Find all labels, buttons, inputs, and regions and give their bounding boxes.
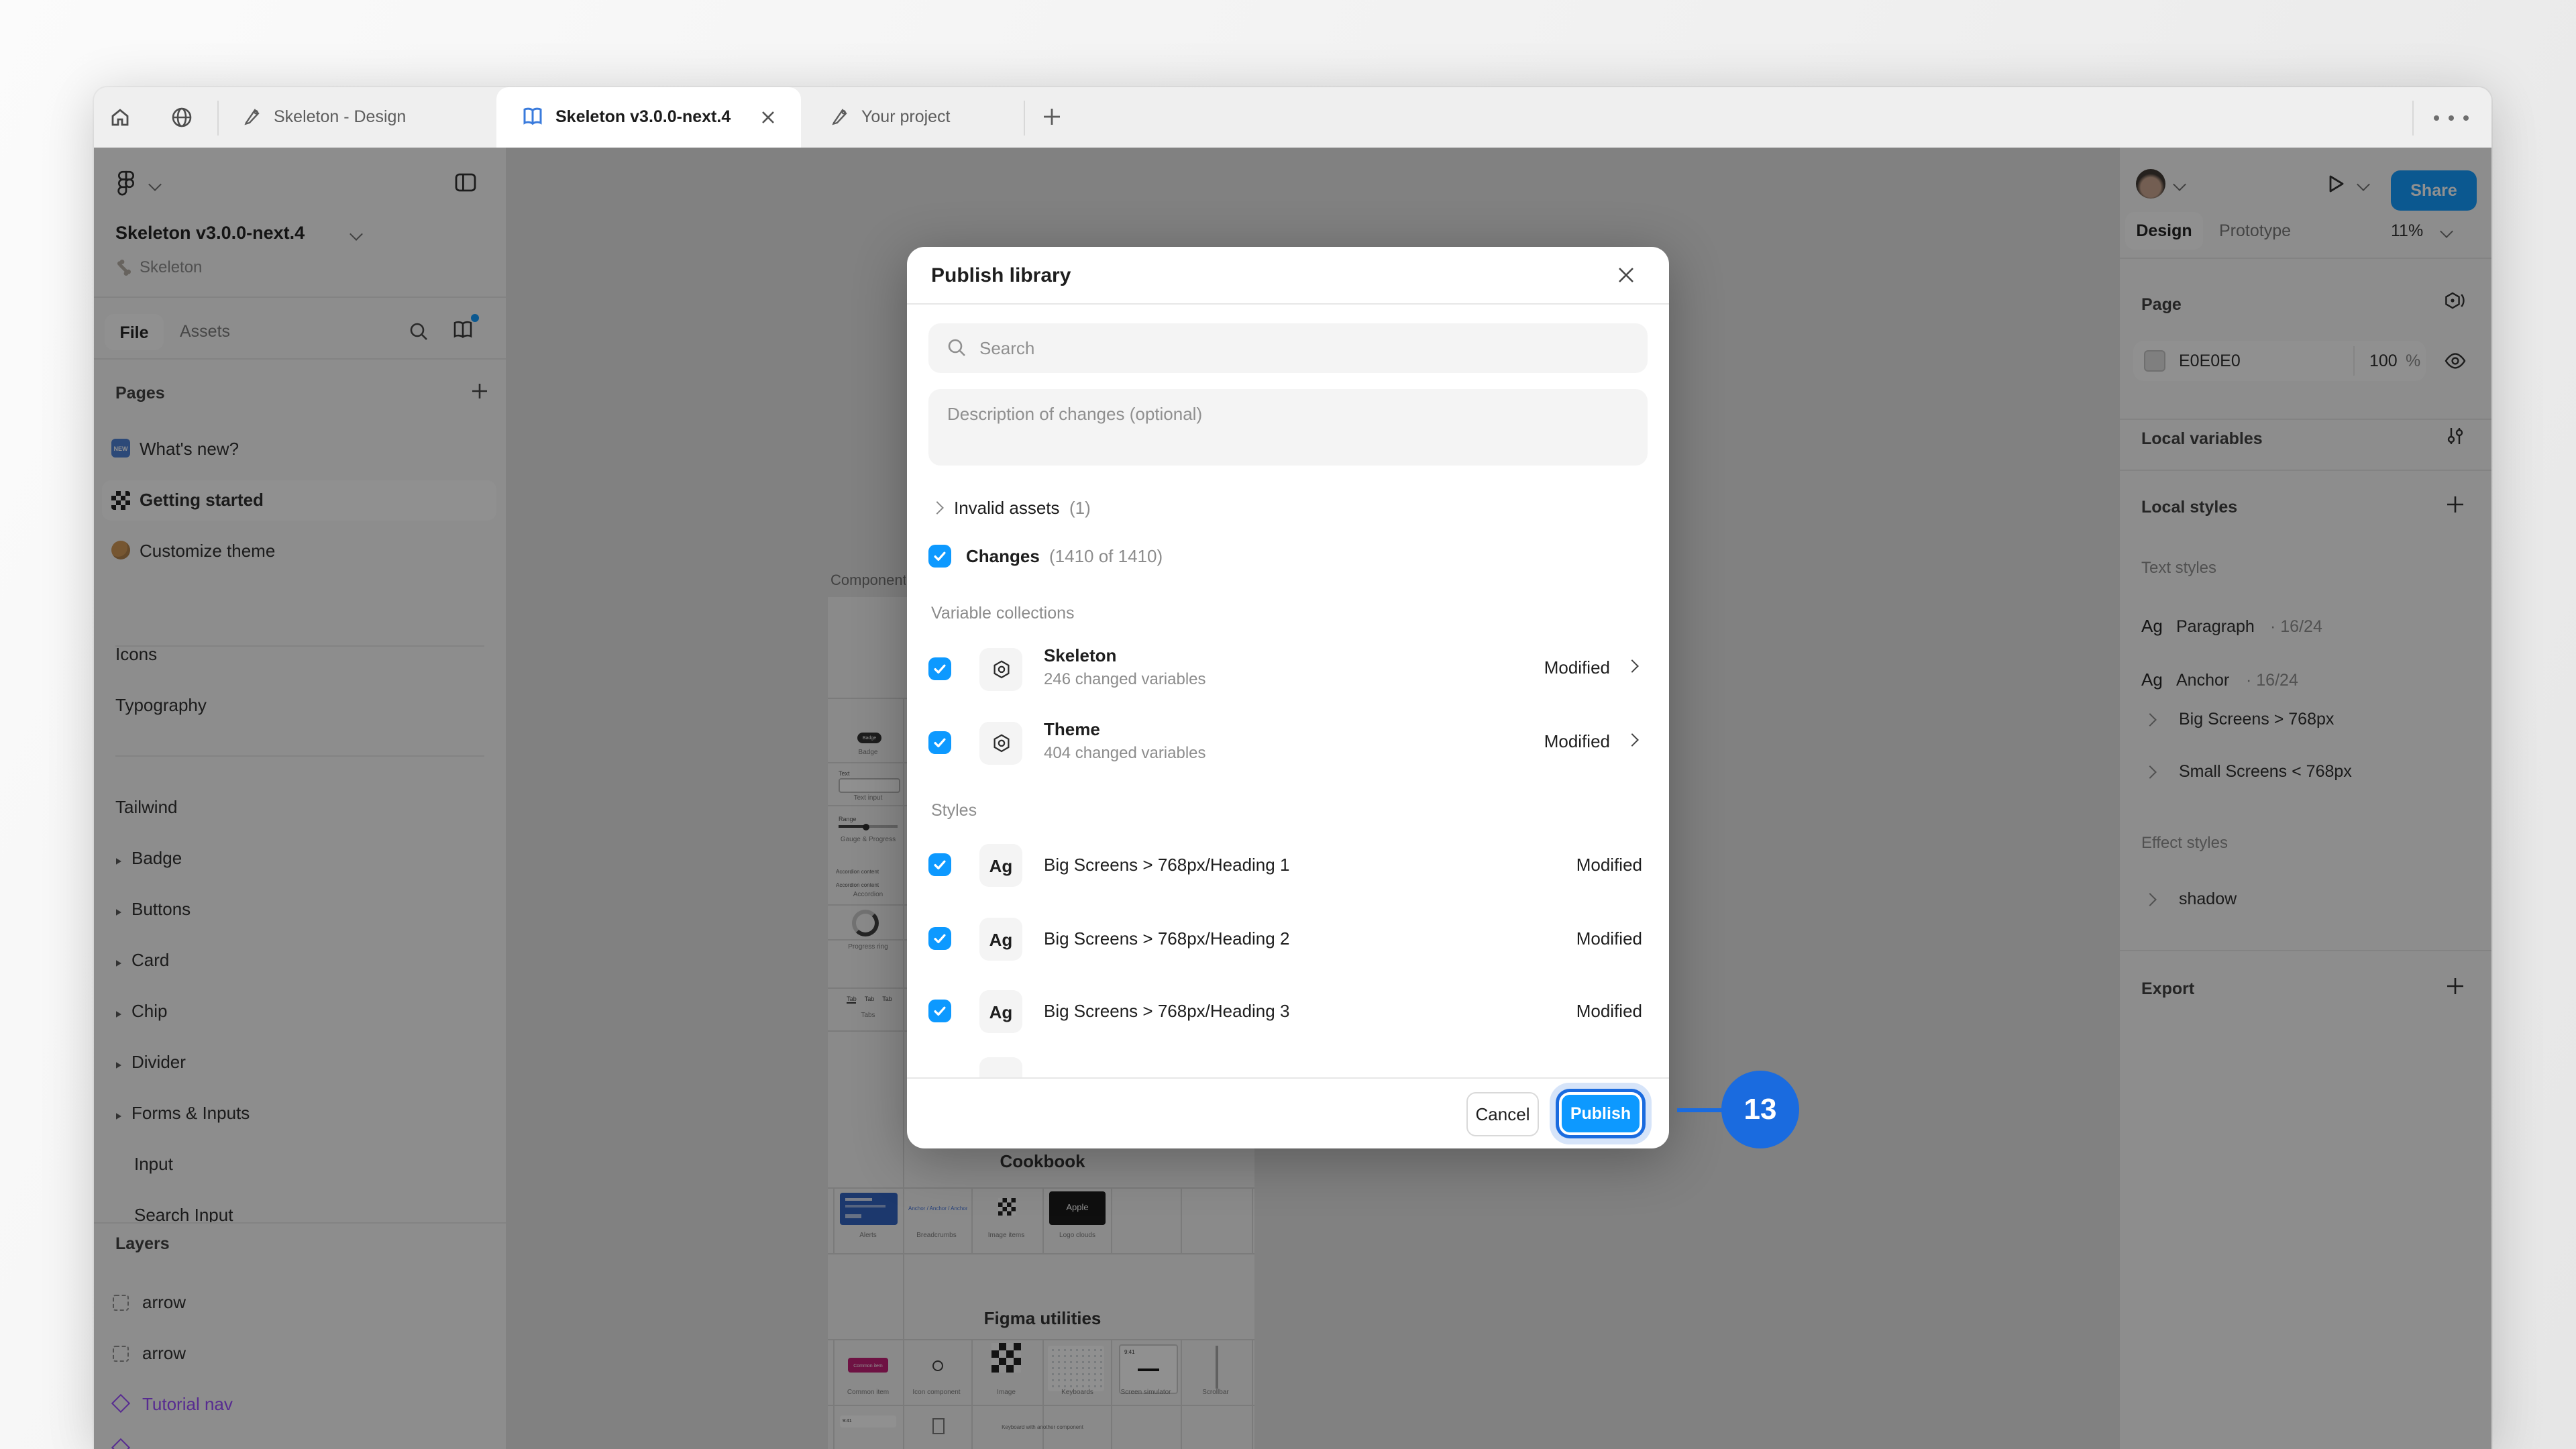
status-badge: Modified	[1544, 731, 1610, 751]
tab-your-project[interactable]: Your project	[816, 87, 1017, 148]
publish-library-dialog: Publish library Invalid assets (1)	[907, 247, 1669, 1148]
changes-count: (1410 of 1410)	[1049, 546, 1163, 566]
search-icon	[946, 337, 967, 358]
checkbox-checked[interactable]	[928, 731, 951, 754]
collection-name: Theme	[1044, 719, 1100, 739]
tab-label: Your project	[861, 107, 951, 126]
tab-active-library[interactable]: Skeleton v3.0.0-next.4	[496, 87, 801, 148]
new-tab-plus-icon[interactable]	[1041, 106, 1063, 127]
checkbox-checked[interactable]	[928, 657, 951, 680]
annotation-step-number: 13	[1744, 1092, 1777, 1127]
styles-header: Styles	[931, 801, 977, 820]
publish-label: Publish	[1570, 1104, 1631, 1123]
style-row-heading3[interactable]: Ag Big Screens > 768px/Heading 3 Modifie…	[928, 981, 1648, 1042]
collection-row-skeleton[interactable]: Skeleton 246 changed variables Modified	[928, 639, 1648, 700]
changes-label: Changes	[966, 546, 1040, 566]
variable-collections-header: Variable collections	[931, 604, 1075, 623]
tab-skeleton-design[interactable]: Skeleton - Design	[228, 87, 494, 148]
tab-bar: Skeleton - Design Skeleton v3.0.0-next.4…	[94, 87, 2491, 148]
app-window: Skeleton - Design Skeleton v3.0.0-next.4…	[94, 87, 2491, 1449]
checkbox-checked[interactable]	[928, 853, 951, 876]
status-badge: Modified	[1544, 657, 1610, 678]
tab-label: Skeleton v3.0.0-next.4	[555, 107, 731, 126]
annotation-connector-line	[1677, 1108, 1725, 1112]
annotation-step-badge: 13	[1721, 1071, 1799, 1148]
status-badge: Modified	[1576, 1001, 1642, 1021]
changes-row[interactable]: Changes (1410 of 1410)	[928, 543, 1465, 570]
invalid-assets-label: Invalid assets	[954, 498, 1060, 518]
draft-pen-icon	[241, 106, 263, 127]
invalid-assets-toggle[interactable]: Invalid assets (1)	[928, 496, 1331, 521]
collection-subtitle: 404 changed variables	[1044, 743, 1206, 762]
text-style-ag-icon: Ag	[979, 990, 1022, 1033]
close-tab-icon[interactable]	[759, 109, 777, 126]
style-row-heading1[interactable]: Ag Big Screens > 768px/Heading 1 Modifie…	[928, 835, 1648, 896]
figma-app: Skeleton - Design Skeleton v3.0.0-next.4…	[0, 0, 2576, 1449]
collection-row-theme[interactable]: Theme 404 changed variables Modified	[928, 712, 1648, 774]
invalid-assets-count: (1)	[1069, 498, 1091, 518]
search-input[interactable]	[977, 323, 1634, 373]
text-style-ag-icon: Ag	[979, 918, 1022, 961]
collection-subtitle: 246 changed variables	[1044, 669, 1206, 688]
variable-collection-icon	[979, 722, 1022, 765]
search-field-wrap	[928, 323, 1648, 373]
style-row-heading2[interactable]: Ag Big Screens > 768px/Heading 2 Modifie…	[928, 908, 1648, 970]
style-name: Big Screens > 768px/Heading 1	[1044, 855, 1289, 875]
status-badge: Modified	[1576, 855, 1642, 875]
community-globe-icon[interactable]	[170, 106, 193, 129]
tab-label: Skeleton - Design	[274, 107, 406, 126]
tab-separator	[217, 101, 219, 136]
text-style-ag-icon: Ag	[979, 844, 1022, 887]
chevron-right-icon[interactable]	[1625, 659, 1639, 673]
window-more-icon[interactable]	[2434, 114, 2474, 122]
home-icon[interactable]	[109, 106, 131, 129]
description-input[interactable]	[928, 389, 1648, 466]
cancel-label: Cancel	[1476, 1104, 1530, 1124]
publish-button[interactable]: Publish	[1562, 1095, 1640, 1132]
style-name: Big Screens > 768px/Heading 3	[1044, 1001, 1289, 1021]
draft-pen-icon	[829, 106, 851, 127]
status-badge: Modified	[1576, 928, 1642, 949]
tab-separator	[2412, 101, 2414, 136]
divider	[907, 1077, 1669, 1079]
partial-style-row-icon	[979, 1057, 1022, 1077]
variable-collection-icon	[979, 648, 1022, 691]
divider	[907, 303, 1669, 305]
library-book-icon	[521, 106, 545, 127]
checkbox-checked[interactable]	[928, 545, 951, 568]
collection-name: Skeleton	[1044, 645, 1116, 665]
style-name: Big Screens > 768px/Heading 2	[1044, 928, 1289, 949]
checkbox-checked[interactable]	[928, 927, 951, 950]
checkbox-checked[interactable]	[928, 1000, 951, 1022]
dialog-title: Publish library	[931, 264, 1071, 287]
editor-content: Skeleton v3.0.0-next.4 Skeleton File Ass…	[94, 148, 2491, 1449]
chevron-right-icon	[930, 501, 944, 515]
cancel-button[interactable]: Cancel	[1466, 1092, 1539, 1136]
chevron-right-icon[interactable]	[1625, 733, 1639, 747]
tab-separator	[1024, 101, 1025, 136]
close-icon[interactable]	[1615, 264, 1637, 286]
